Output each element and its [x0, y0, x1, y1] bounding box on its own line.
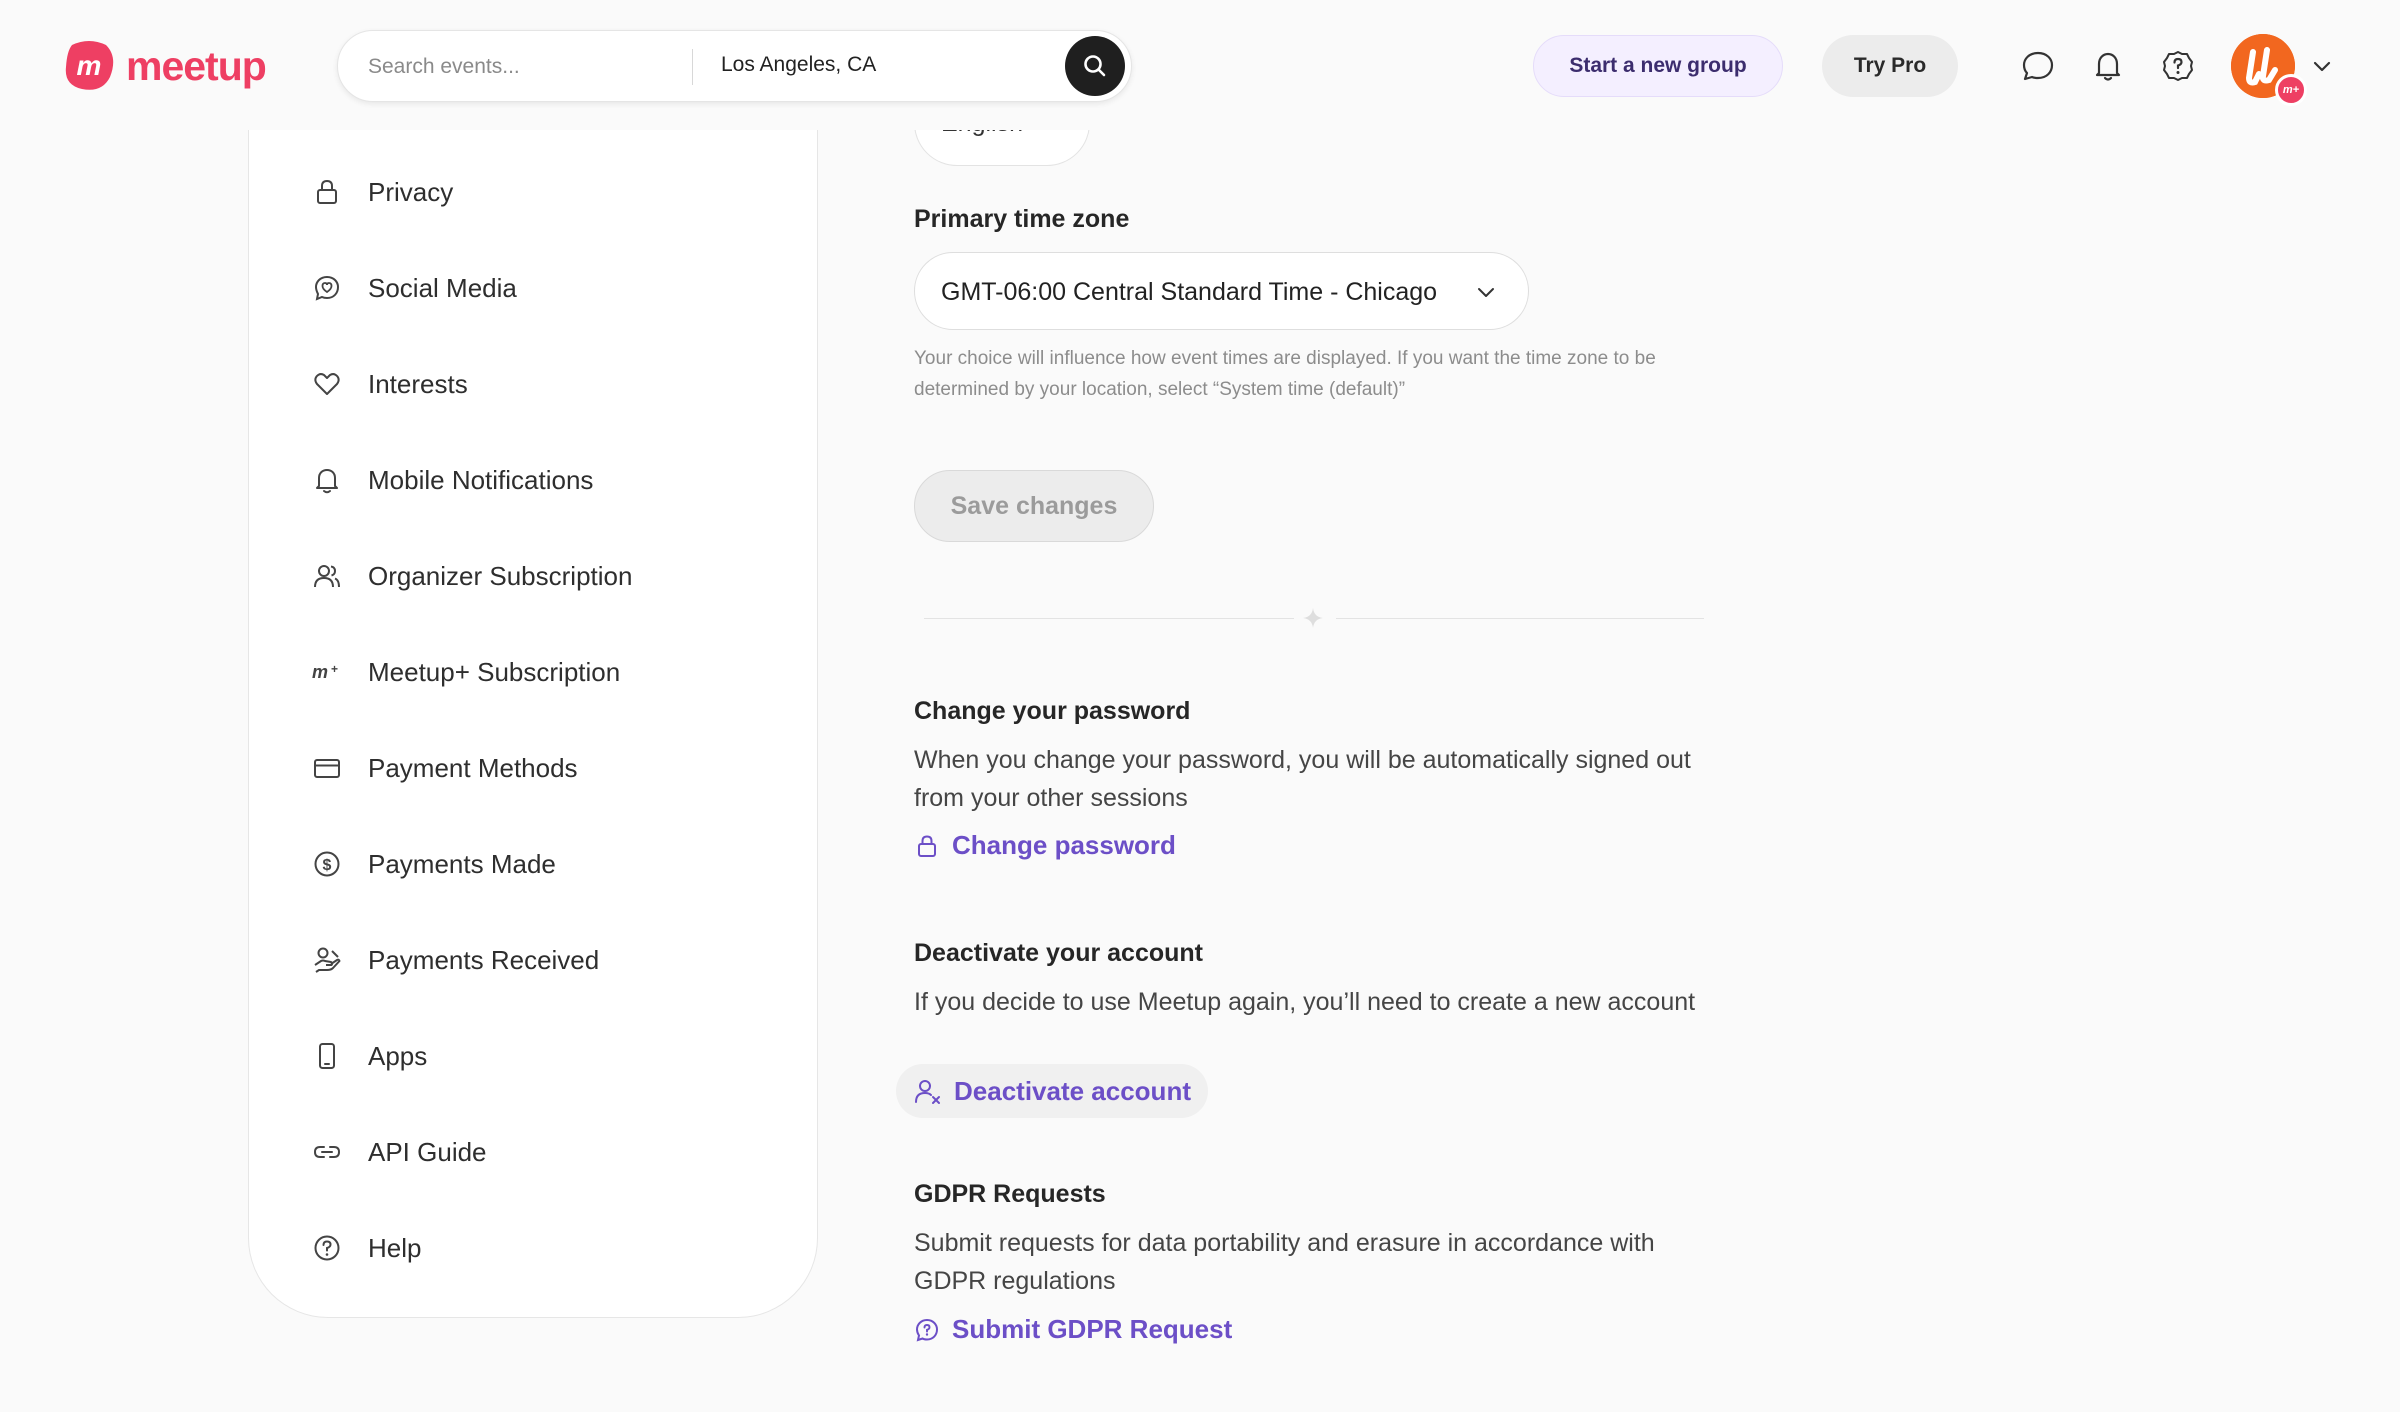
dollar-circle-icon: $ [311, 848, 343, 880]
social-media-icon [311, 272, 343, 304]
meetup-logo-icon: m [65, 41, 114, 90]
save-changes-button[interactable]: Save changes [914, 470, 1154, 542]
svg-text:m: m [77, 50, 102, 81]
svg-text:$: $ [323, 857, 332, 874]
start-new-group-button[interactable]: Start a new group [1533, 35, 1783, 97]
submit-gdpr-request-link[interactable]: Submit GDPR Request [914, 1314, 1232, 1345]
heart-icon [311, 368, 343, 400]
sidebar-item-label: Meetup+ Subscription [368, 656, 621, 687]
search-divider [692, 49, 693, 85]
sidebar-item-meetup-plus-subscription[interactable]: m + Meetup+ Subscription [311, 642, 771, 702]
gdpr-description: Submit requests for data portability and… [914, 1229, 1655, 1295]
sidebar-item-privacy[interactable]: Privacy [311, 162, 771, 222]
sidebar-item-label: Interests [368, 368, 468, 399]
sparkle-icon [1303, 608, 1323, 628]
sidebar-item-help[interactable]: Help [311, 1218, 771, 1278]
help-icon [311, 1232, 343, 1264]
settings-sidebar: Privacy Social Media Interests Mobile No… [248, 100, 818, 1318]
lock-icon [918, 834, 936, 857]
bell-icon[interactable] [2090, 48, 2126, 84]
settings-main: English Primary time zone GMT-06:00 Cent… [896, 0, 1704, 1412]
svg-text:m: m [312, 662, 328, 682]
deactivate-account-title: Deactivate your account [914, 939, 1203, 967]
search-input[interactable] [368, 51, 688, 83]
timezone-hint: Your choice will influence how event tim… [914, 348, 1656, 400]
sidebar-item-label: Help [368, 1232, 422, 1263]
change-password-description: When you change your password, you will … [914, 746, 1691, 812]
sidebar-item-label: Mobile Notifications [368, 464, 594, 495]
submit-gdpr-request-label: Submit GDPR Request [952, 1314, 1233, 1344]
sidebar-item-payments-made[interactable]: $ Payments Made [311, 834, 771, 894]
sidebar-item-label: Privacy [368, 176, 454, 207]
top-header: m meetup Los Angeles, CA Start a new gro… [0, 0, 2400, 130]
sidebar-item-apps[interactable]: Apps [311, 1026, 771, 1086]
lock-icon [311, 176, 343, 208]
help-chat-icon [915, 1318, 939, 1342]
sidebar-item-social-media[interactable]: Social Media [311, 258, 771, 318]
sidebar-item-payment-methods[interactable]: Payment Methods [311, 738, 771, 798]
phone-icon [311, 1040, 343, 1072]
sidebar-item-label: Apps [368, 1040, 428, 1071]
sidebar-item-mobile-notifications[interactable]: Mobile Notifications [311, 450, 771, 510]
svg-text:+: + [331, 662, 338, 676]
section-divider [924, 618, 1294, 619]
chat-icon[interactable] [2020, 48, 2056, 84]
credit-card-icon [311, 752, 343, 784]
deactivate-account-button[interactable]: Deactivate account [896, 1064, 1208, 1118]
section-divider [1336, 618, 1704, 619]
change-password-link[interactable]: Change password [914, 830, 1176, 861]
location-field[interactable]: Los Angeles, CA [721, 53, 876, 77]
change-password-label: Change password [952, 830, 1176, 860]
deactivate-account-description: If you decide to use Meetup again, you’l… [914, 988, 1696, 1016]
search-icon [1084, 55, 1106, 77]
help-icon[interactable] [2160, 48, 2196, 84]
try-pro-button[interactable]: Try Pro [1822, 35, 1958, 97]
timezone-value: GMT-06:00 Central Standard Time - Chicag… [941, 278, 1438, 306]
logo-text: meetup [126, 42, 267, 89]
bell-icon [311, 464, 343, 496]
meetup-logo[interactable]: m meetup [62, 38, 267, 94]
user-remove-icon [915, 1080, 940, 1104]
link-icon [311, 1136, 343, 1168]
gdpr-title: GDPR Requests [914, 1180, 1106, 1208]
meetup-plus-icon: m + [311, 656, 343, 688]
sidebar-item-api-guide[interactable]: API Guide [311, 1122, 771, 1182]
sidebar-item-label: Payments Made [368, 848, 556, 879]
change-password-title: Change your password [914, 697, 1191, 725]
settings-page: m meetup Los Angeles, CA Start a new gro… [0, 0, 2400, 1412]
sidebar-item-label: API Guide [368, 1136, 487, 1167]
search-button[interactable] [1065, 36, 1125, 96]
timezone-select[interactable]: GMT-06:00 Central Standard Time - Chicag… [914, 252, 1529, 330]
timezone-label: Primary time zone [914, 205, 1130, 233]
hand-money-icon [311, 944, 343, 976]
sidebar-item-organizer-subscription[interactable]: Organizer Subscription [311, 546, 771, 606]
search-bar: Los Angeles, CA [337, 30, 1132, 102]
chevron-down-icon [1478, 288, 1494, 297]
sidebar-item-payments-received[interactable]: Payments Received [311, 930, 771, 990]
sidebar-item-label: Payment Methods [368, 752, 578, 783]
deactivate-account-label: Deactivate account [954, 1075, 1191, 1106]
sidebar-item-interests[interactable]: Interests [311, 354, 771, 414]
sidebar-item-label: Social Media [368, 272, 517, 303]
meetup-plus-badge: m+ [2275, 74, 2307, 106]
sidebar-item-label: Organizer Subscription [368, 560, 633, 591]
sidebar-item-label: Payments Received [368, 944, 600, 975]
users-icon [311, 560, 343, 592]
chevron-down-icon[interactable] [2310, 54, 2334, 78]
